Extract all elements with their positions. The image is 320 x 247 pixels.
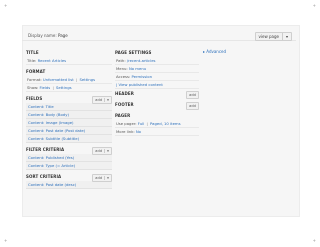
sort-add-button[interactable]: add ▾ (92, 174, 112, 182)
field-item[interactable]: Content: Image (Image) (26, 119, 112, 127)
field-item[interactable]: Content: Subtitle (Subtitle) (26, 135, 112, 143)
show-row: Show: Fields | Settings (26, 84, 112, 92)
view-page-button[interactable]: view page ▾ (254, 32, 292, 41)
header-section-heading: HEADER add (115, 91, 199, 99)
access-extra-link[interactable]: | View published content (116, 82, 163, 87)
page-settings-heading: PAGE SETTINGS (115, 50, 152, 55)
menu-value-link[interactable]: No menu (129, 66, 146, 71)
display-name-bar: Display name: Page view page ▾ (22, 30, 296, 41)
field-item[interactable]: Content: Title (26, 103, 112, 111)
footer-section-heading: FOOTER add (115, 102, 199, 110)
sort-section-heading: SORT CRITERIA add ▾ (26, 174, 112, 182)
sort-item[interactable]: Content: Post date (desc) (26, 181, 112, 189)
main-settings-column: TITLE Title: Recent Articles FORMAT Form… (26, 48, 112, 189)
use-pager-row: Use pager: Full | Paged, 10 items (115, 120, 199, 128)
corner-mark: + (312, 238, 316, 243)
title-value-link[interactable]: Recent Articles (38, 58, 67, 63)
corner-mark: + (4, 3, 8, 8)
title-row: Title: Recent Articles (26, 57, 112, 65)
path-row: Path: /recent-articles (115, 57, 199, 65)
title-section-heading: TITLE (26, 50, 39, 55)
fields-section-heading: FIELDS add ▾ (26, 96, 112, 104)
show-settings-link[interactable]: Settings (56, 85, 72, 90)
filter-item[interactable]: Content: Published (Yes) (26, 154, 112, 162)
filter-add-button[interactable]: add ▾ (92, 147, 112, 155)
access-value-link[interactable]: Permission (132, 74, 152, 79)
path-value-link[interactable]: /recent-articles (127, 58, 156, 63)
advanced-toggle[interactable]: ▸ Advanced (203, 48, 293, 55)
corner-mark: + (4, 238, 8, 243)
pager-section-heading: PAGER (115, 113, 131, 118)
field-item[interactable]: Content: Body (Body) (26, 111, 112, 119)
format-row: Format: Unformatted list | Settings (26, 76, 112, 84)
corner-mark: + (312, 3, 316, 8)
display-name-label: Display name: Page (28, 33, 68, 38)
format-section-heading: FORMAT (26, 69, 46, 74)
header-add-button[interactable]: add (186, 91, 199, 99)
fields-add-button[interactable]: add ▾ (92, 96, 112, 104)
chevron-down-icon[interactable]: ▾ (104, 98, 109, 102)
more-link-row: More link: No (115, 128, 199, 136)
format-settings-link[interactable]: Settings (79, 77, 95, 82)
page-settings-column: PAGE SETTINGS Path: /recent-articles Men… (115, 48, 199, 136)
use-pager-value-link[interactable]: Full (138, 121, 145, 126)
filter-item[interactable]: Content: Type (= Article) (26, 162, 112, 170)
chevron-down-icon[interactable]: ▾ (104, 176, 109, 180)
field-item[interactable]: Content: Post date (Post date) (26, 127, 112, 135)
pager-options-link[interactable]: Paged, 10 items (150, 121, 181, 126)
advanced-column: ▸ Advanced (203, 48, 293, 55)
format-value-link[interactable]: Unformatted list (43, 77, 74, 82)
menu-row: Menu: No menu (115, 65, 199, 73)
footer-add-button[interactable]: add (186, 102, 199, 110)
chevron-down-icon[interactable]: ▾ (281, 33, 288, 40)
show-value-link[interactable]: Fields (40, 85, 51, 90)
more-link-value-link[interactable]: No (136, 129, 141, 134)
chevron-down-icon[interactable]: ▾ (104, 149, 109, 153)
display-name-value[interactable]: Page (58, 33, 68, 38)
access-extra-row: | View published content (115, 81, 199, 89)
access-row: Access: Permission (115, 73, 199, 81)
filter-section-heading: FILTER CRITERIA add ▾ (26, 147, 112, 155)
